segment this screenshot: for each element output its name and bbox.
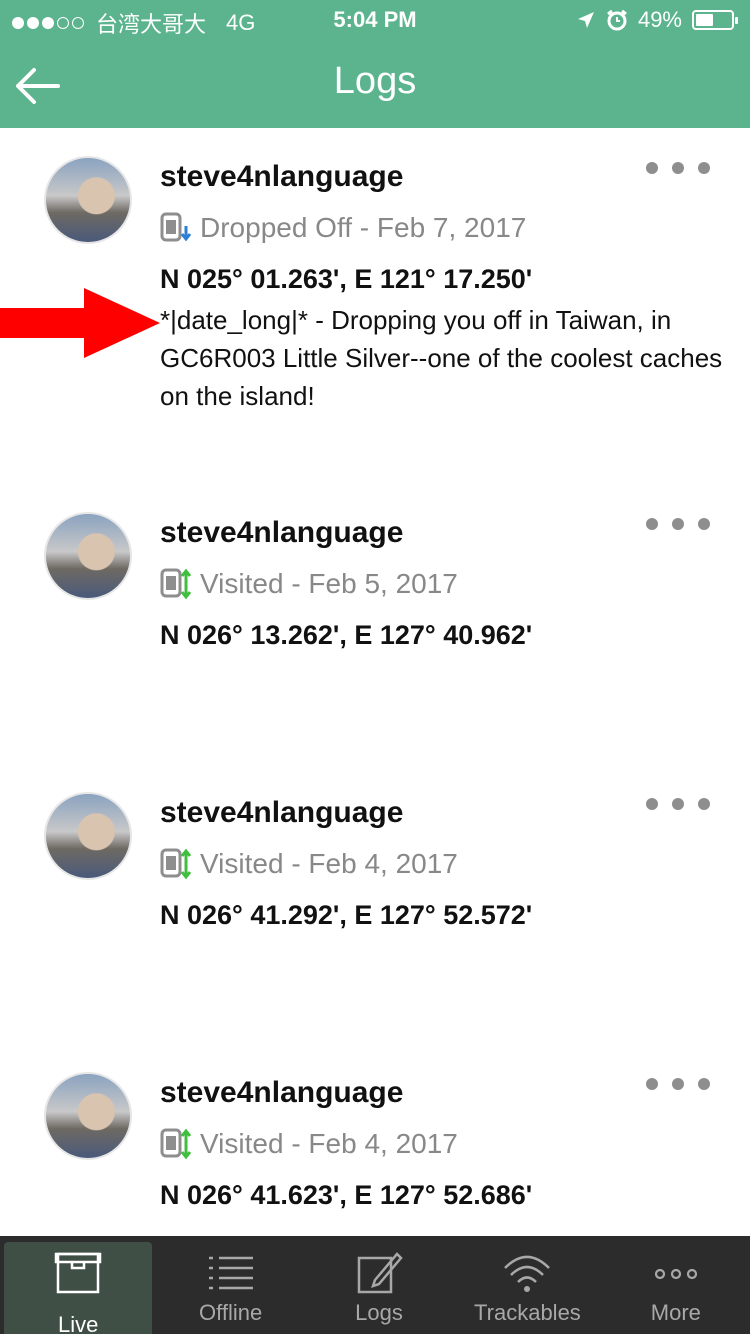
log-coordinates: N 026° 41.623', E 127° 52.686' <box>160 1180 533 1210</box>
dropped-off-icon <box>160 212 192 242</box>
visited-icon <box>160 568 192 600</box>
avatar[interactable] <box>44 1072 132 1160</box>
box-icon <box>54 1252 102 1294</box>
battery-label: 49% <box>637 7 682 32</box>
tab-more[interactable]: More <box>602 1236 750 1334</box>
log-action: Visited - Feb 4, 2017 <box>200 848 458 879</box>
battery-fill <box>696 14 713 26</box>
avatar[interactable] <box>44 792 132 880</box>
visited-icon <box>160 848 192 880</box>
tab-label: More <box>650 1300 701 1325</box>
alarm-icon <box>607 9 627 31</box>
tab-trackables[interactable]: Trackables <box>453 1236 601 1334</box>
log-username[interactable]: steve4nlanguage <box>160 160 403 194</box>
page-title: Logs <box>333 60 417 102</box>
list-icon <box>208 1256 253 1290</box>
tab-label: Offline <box>199 1300 263 1325</box>
more-options-icon[interactable] <box>646 794 716 814</box>
red-arrow-annotation <box>0 288 160 358</box>
tab-bar: Live Offline Logs Trackables More <box>0 1236 750 1334</box>
wifi-icon <box>504 1255 551 1292</box>
log-action: Visited - Feb 5, 2017 <box>200 568 458 599</box>
location-icon <box>577 12 594 28</box>
avatar[interactable] <box>44 512 132 600</box>
status-bar: 台湾大哥大 4G 5:04 PM 49% <box>0 0 750 40</box>
log-username[interactable]: steve4nlanguage <box>160 516 403 550</box>
edit-icon <box>357 1252 403 1294</box>
log-username[interactable]: steve4nlanguage <box>160 796 403 830</box>
log-coordinates: N 026° 13.262', E 127° 40.962' <box>160 620 533 650</box>
tab-live[interactable]: Live <box>4 1242 153 1334</box>
log-username[interactable]: steve4nlanguage <box>160 1076 403 1110</box>
app-header: 台湾大哥大 4G 5:04 PM 49% Logs <box>0 0 750 128</box>
log-coordinates: N 025° 01.263', E 121° 17.250' <box>160 264 533 294</box>
avatar[interactable] <box>44 156 132 244</box>
battery-icon <box>692 10 738 30</box>
log-action: Visited - Feb 4, 2017 <box>200 1128 458 1159</box>
tab-label: Live <box>58 1312 99 1334</box>
tab-offline[interactable]: Offline <box>156 1236 304 1334</box>
tab-logs[interactable]: Logs <box>305 1236 453 1334</box>
log-action: Dropped Off - Feb 7, 2017 <box>200 212 527 243</box>
tab-label: Trackables <box>474 1300 581 1325</box>
more-options-icon[interactable] <box>646 514 716 534</box>
more-options-icon[interactable] <box>646 158 716 178</box>
tab-label: Logs <box>355 1300 403 1325</box>
log-note: *|date_long|* - Dropping you off in Taiw… <box>160 305 723 411</box>
visited-icon <box>160 1128 192 1160</box>
log-coordinates: N 026° 41.292', E 127° 52.572' <box>160 900 533 930</box>
more-options-icon[interactable] <box>646 1074 716 1094</box>
more-icon <box>654 1268 697 1280</box>
